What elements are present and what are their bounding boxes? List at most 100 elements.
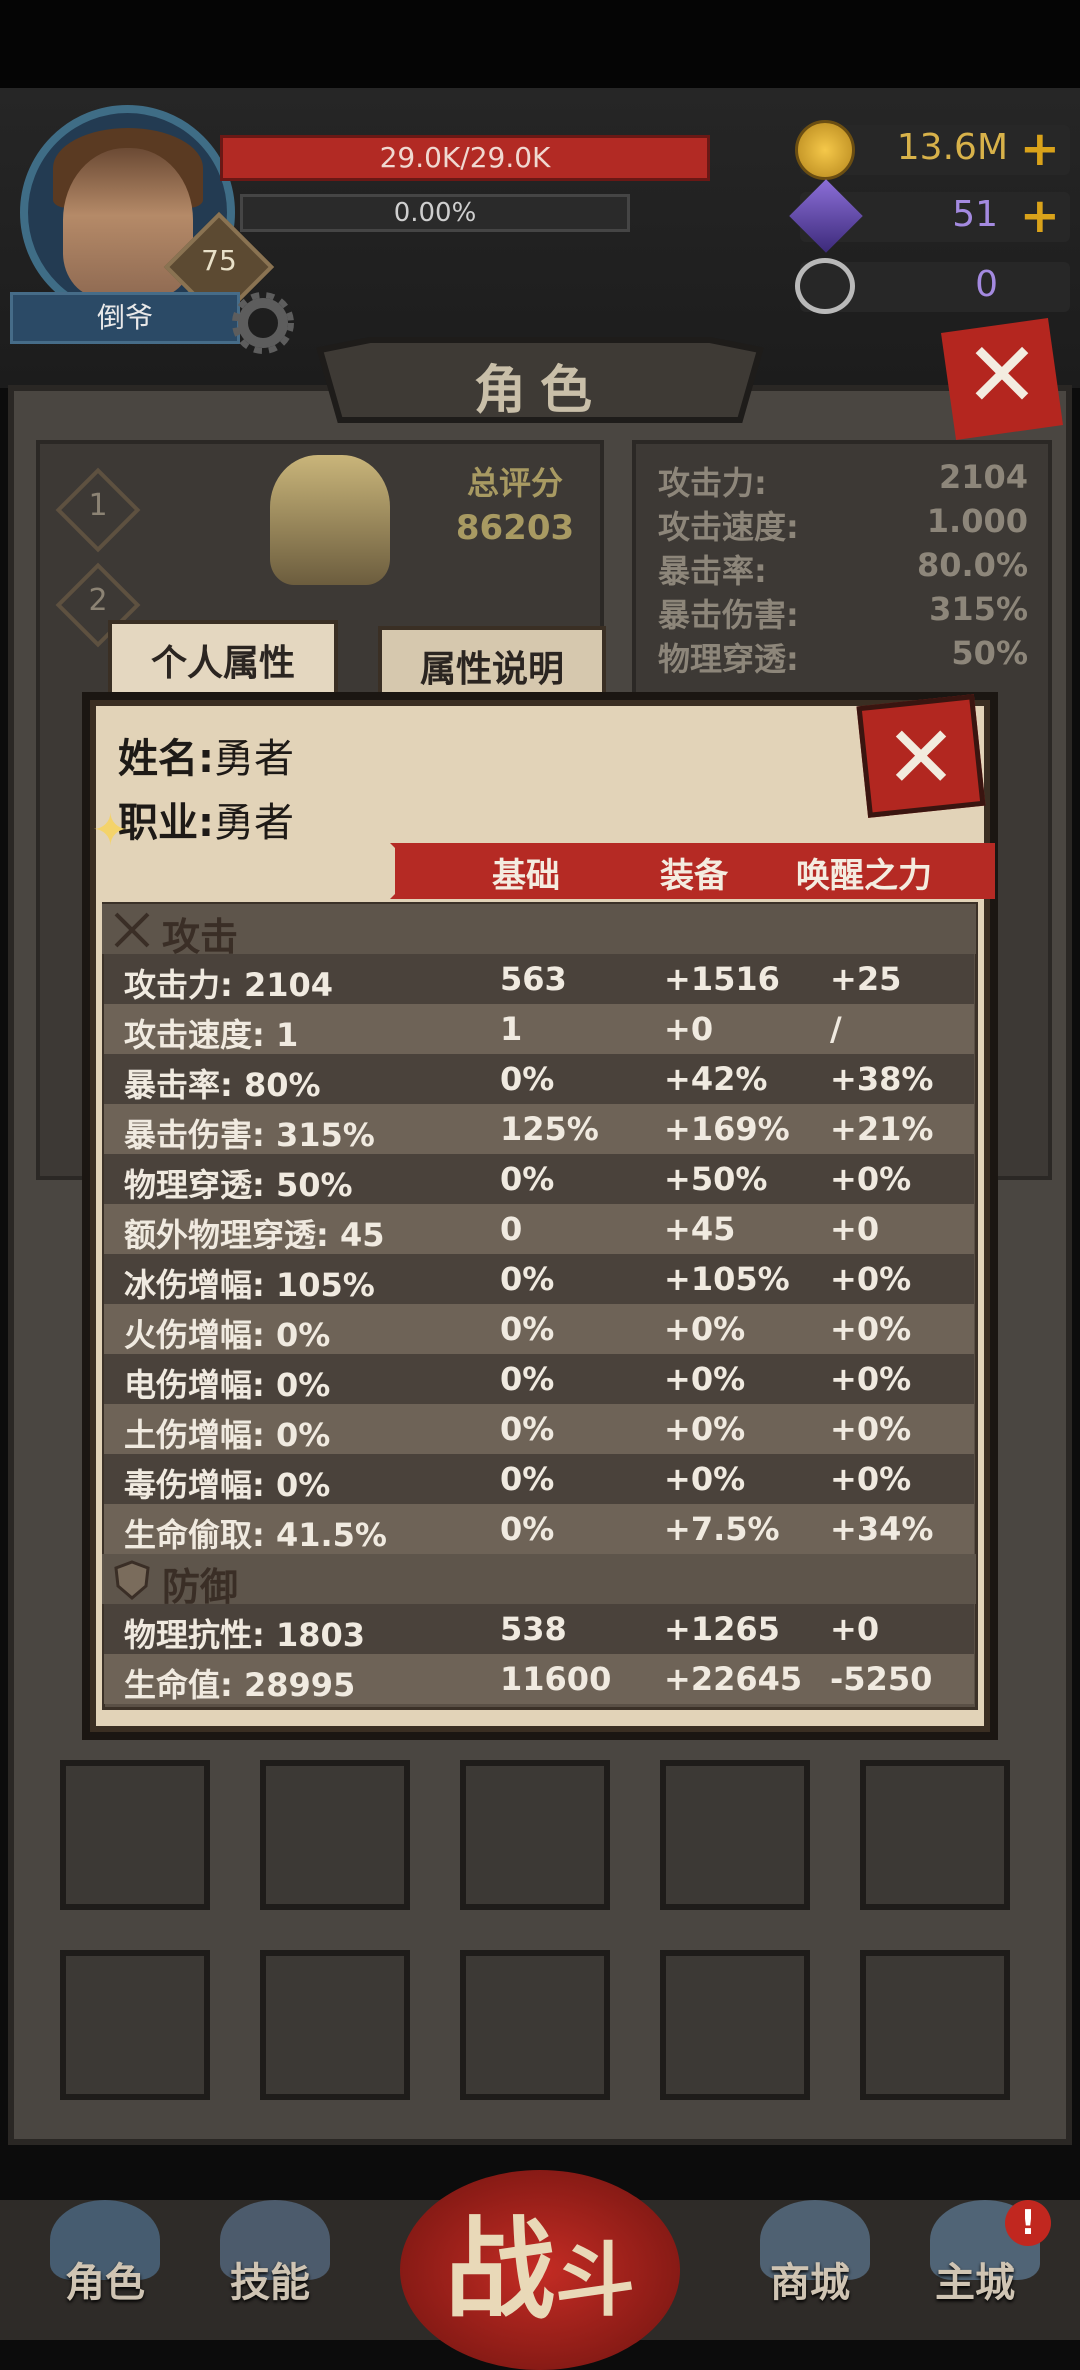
section-attack: 攻击 <box>102 904 976 959</box>
close-icon: ✕ <box>884 708 958 808</box>
equipment-slot[interactable] <box>260 1760 410 1910</box>
equipment-slot[interactable] <box>860 1950 1010 2100</box>
role-title: 角色 <box>473 361 606 421</box>
equipment-slot[interactable] <box>460 1950 610 2100</box>
equipment-slot[interactable] <box>60 1950 210 2100</box>
summary-row: 暴击率: 80.0% <box>658 546 1028 590</box>
attribute-awaken: +0% <box>830 1160 912 1198</box>
crossed-swords-icon <box>114 912 150 948</box>
column-awakening: 唤醒之力 <box>796 856 932 896</box>
attribute-equip: +45 <box>664 1210 736 1248</box>
add-gold-button[interactable]: + <box>1020 121 1060 177</box>
attribute-row: 攻击速度: 1 1 +0 / <box>104 1004 974 1054</box>
attribute-name: 毒伤增幅: 0% <box>124 1466 331 1504</box>
attribute-awaken: +0% <box>830 1260 912 1298</box>
attribute-row: 生命值: 28995 11600 +22645 -5250 <box>104 1654 974 1704</box>
attribute-awaken: +25 <box>830 960 902 998</box>
equipment-slot[interactable] <box>60 1760 210 1910</box>
summary-row: 攻击力: 2104 <box>658 458 1028 502</box>
attribute-equip: +7.5% <box>664 1510 780 1548</box>
summary-row: 攻击速度: 1.000 <box>658 502 1028 546</box>
shield-icon <box>114 1560 150 1600</box>
class-info: 职业:勇者 <box>118 800 294 846</box>
attribute-row: 暴击率: 80% 0% +42% +38% <box>104 1054 974 1104</box>
attribute-row: 冰伤增幅: 105% 0% +105% +0% <box>104 1254 974 1304</box>
ram-skull-icon <box>795 258 855 314</box>
close-icon: ✕ <box>964 323 1040 428</box>
attribute-base: 0% <box>500 1060 555 1098</box>
attribute-base: 0% <box>500 1360 555 1398</box>
attribute-row: 生命偷取: 41.5% 0% +7.5% +34% <box>104 1504 974 1554</box>
equipment-slot[interactable] <box>460 1760 610 1910</box>
attribute-awaken: / <box>830 1010 842 1048</box>
attribute-name: 物理抗性: 1803 <box>124 1616 366 1654</box>
attribute-awaken: -5250 <box>830 1660 933 1698</box>
attribute-row: 物理穿透: 50% 0% +50% +0% <box>104 1154 974 1204</box>
attribute-equip: +0% <box>664 1310 746 1348</box>
status-bar-area <box>0 0 1080 88</box>
attribute-equip: +1265 <box>664 1610 780 1648</box>
rank-1-label: 1 <box>88 488 108 523</box>
notification-badge: ! <box>1005 2200 1051 2246</box>
attribute-equip: +105% <box>664 1260 790 1298</box>
attribute-equip: +0% <box>664 1410 746 1448</box>
attribute-base: 538 <box>500 1610 567 1648</box>
attribute-base: 0% <box>500 1160 555 1198</box>
attribute-base: 0% <box>500 1260 555 1298</box>
total-score-value: 86203 <box>455 508 575 548</box>
attribute-name: 火伤增幅: 0% <box>124 1316 331 1354</box>
nav-skills[interactable]: 技能 <box>195 2250 345 2308</box>
attribute-base: 0% <box>500 1410 555 1448</box>
rank-2-label: 2 <box>88 583 108 618</box>
helmet-icon[interactable] <box>270 455 390 585</box>
attribute-awaken: +0 <box>830 1210 880 1248</box>
level-text: 75 <box>201 244 237 277</box>
attribute-base: 563 <box>500 960 567 998</box>
tab-personal-attributes[interactable]: 个人属性 <box>108 620 338 708</box>
attribute-row: 毒伤增幅: 0% 0% +0% +0% <box>104 1454 974 1504</box>
attribute-equip: +0% <box>664 1460 746 1498</box>
attribute-equip: +1516 <box>664 960 780 998</box>
attribute-base: 0 <box>500 1210 523 1248</box>
token-value: 0 <box>975 264 998 305</box>
attribute-row: 土伤增幅: 0% 0% +0% +0% <box>104 1404 974 1454</box>
player-name: 倒爷 <box>10 292 240 344</box>
attribute-base: 0% <box>500 1510 555 1548</box>
attribute-name: 物理穿透: 50% <box>124 1166 353 1204</box>
attribute-name: 攻击力: 2104 <box>124 966 334 1004</box>
attribute-name: 电伤增幅: 0% <box>124 1366 331 1404</box>
column-base: 基础 <box>492 856 560 896</box>
attribute-equip: +22645 <box>664 1660 803 1698</box>
equipment-slot[interactable] <box>860 1760 1010 1910</box>
attribute-row: 暴击伤害: 315% 125% +169% +21% <box>104 1104 974 1154</box>
attribute-awaken: +0% <box>830 1310 912 1348</box>
attribute-awaken: +21% <box>830 1110 934 1148</box>
attribute-base: 0% <box>500 1310 555 1348</box>
attribute-equip: +50% <box>664 1160 768 1198</box>
xp-bar: 0.00% <box>240 194 630 232</box>
equipment-slot[interactable] <box>660 1760 810 1910</box>
attribute-name: 土伤增幅: 0% <box>124 1416 331 1454</box>
attribute-base: 0% <box>500 1460 555 1498</box>
attribute-equip: +0 <box>664 1010 714 1048</box>
attribute-row: 火伤增幅: 0% 0% +0% +0% <box>104 1304 974 1354</box>
attribute-row: 电伤增幅: 0% 0% +0% +0% <box>104 1354 974 1404</box>
attribute-base: 1 <box>500 1010 523 1048</box>
battle-label: 战斗 <box>445 2206 635 2334</box>
gear-icon[interactable] <box>228 288 298 358</box>
nav-role[interactable]: 角色 <box>30 2250 180 2308</box>
add-gem-button[interactable]: + <box>1020 188 1060 244</box>
attribute-awaken: +38% <box>830 1060 934 1098</box>
nav-city[interactable]: 主城 <box>900 2250 1050 2308</box>
attribute-name: 生命值: 28995 <box>124 1666 356 1704</box>
equipment-slot[interactable] <box>660 1950 810 2100</box>
summary-row: 暴击伤害: 315% <box>658 590 1028 634</box>
attribute-row: 攻击力: 2104 563 +1516 +25 <box>104 954 974 1004</box>
attribute-awaken: +34% <box>830 1510 934 1548</box>
attribute-name: 攻击速度: 1 <box>124 1016 299 1054</box>
equipment-slot[interactable] <box>260 1950 410 2100</box>
hp-bar: 29.0K/29.0K <box>220 135 710 181</box>
nav-shop[interactable]: 商城 <box>735 2250 885 2308</box>
sparkle-icon: ✦ <box>92 805 129 856</box>
gold-value: 13.6M <box>896 127 1008 168</box>
